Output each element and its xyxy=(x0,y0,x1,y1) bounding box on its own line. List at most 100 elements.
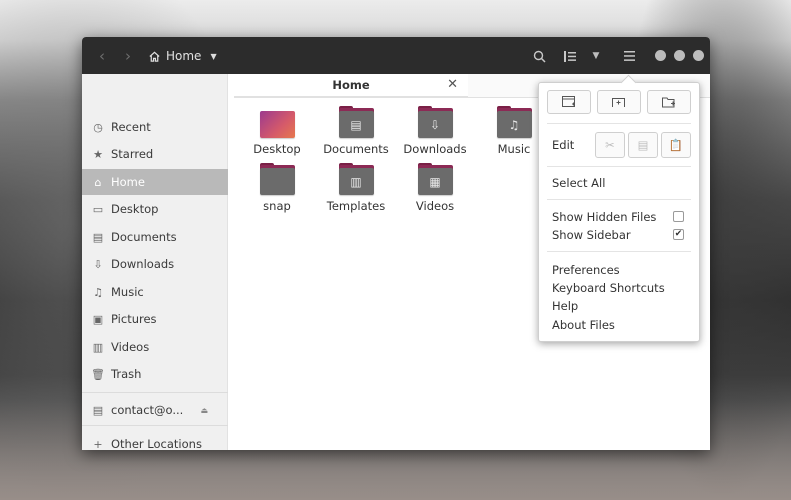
sidebar-item-starred[interactable]: ★ Starred xyxy=(82,141,228,167)
paste-button[interactable]: 📋 xyxy=(661,132,691,158)
menu-show-hidden-files[interactable]: Show Hidden Files xyxy=(552,210,656,224)
edit-label: Edit xyxy=(552,138,575,152)
sidebar-item-trash[interactable]: 🗑 Trash xyxy=(82,361,228,387)
main-menu-popover: Edit ✂ ▤ 📋 Select All Show Hidden Files … xyxy=(538,82,700,342)
file-name: Videos xyxy=(415,199,455,213)
menu-show-sidebar[interactable]: Show Sidebar xyxy=(552,228,631,242)
header-bar: ‹ › Home ▼ ▼ xyxy=(82,37,710,74)
file-item-snap[interactable]: snap xyxy=(238,163,316,213)
minimize-button[interactable] xyxy=(655,50,666,61)
sidebar-item-label: Pictures xyxy=(111,312,157,326)
file-name: Music xyxy=(497,142,531,156)
sidebar-item-desktop[interactable]: ▭ Desktop xyxy=(82,196,228,222)
home-icon: ⌂ xyxy=(94,175,102,189)
back-button[interactable]: ‹ xyxy=(92,45,112,67)
menu-divider xyxy=(547,199,691,200)
sidebar-item-videos[interactable]: ▥ Videos xyxy=(82,334,228,360)
new-folder-icon xyxy=(662,97,675,108)
menu-select-all[interactable]: Select All xyxy=(552,176,605,190)
sidebar-item-mount[interactable]: ▤ contact@o... ⏏ xyxy=(82,397,228,423)
sidebar-item-home[interactable]: ⌂ Home xyxy=(82,169,228,195)
document-icon: ▤ xyxy=(92,230,104,244)
scissors-icon: ✂ xyxy=(605,138,615,152)
path-label: Home xyxy=(166,49,202,63)
sidebar-item-label: Desktop xyxy=(111,202,159,216)
show-hidden-files-checkbox[interactable] xyxy=(673,211,684,222)
sidebar-item-label: Videos xyxy=(111,340,150,354)
sidebar-divider xyxy=(82,425,228,426)
tab-home[interactable]: Home ✕ xyxy=(234,74,468,98)
main-menu-button[interactable] xyxy=(618,45,640,67)
close-icon[interactable]: ✕ xyxy=(447,77,458,92)
sidebar-item-label: Other Locations xyxy=(111,437,202,451)
star-icon: ★ xyxy=(93,147,103,161)
sidebar-item-documents[interactable]: ▤ Documents xyxy=(82,224,228,250)
list-view-icon xyxy=(564,50,576,62)
show-sidebar-checkbox[interactable]: ✔ xyxy=(673,229,684,240)
sidebar-item-recent[interactable]: ◷ Recent xyxy=(82,114,228,140)
checkmark-icon: ✔ xyxy=(674,229,683,239)
search-button[interactable] xyxy=(528,45,550,67)
new-tab-icon xyxy=(612,98,625,107)
menu-keyboard-shortcuts[interactable]: Keyboard Shortcuts xyxy=(552,281,665,295)
path-bar-home[interactable]: Home ▼ xyxy=(148,45,218,67)
file-item-videos[interactable]: ▦ Videos xyxy=(396,163,474,213)
sidebar-item-pictures[interactable]: ▣ Pictures xyxy=(82,306,228,332)
file-name: Documents xyxy=(323,142,389,156)
sidebar-item-label: contact@o... xyxy=(111,403,184,417)
new-folder-button[interactable] xyxy=(647,90,691,114)
sidebar-divider xyxy=(82,392,228,393)
maximize-button[interactable] xyxy=(674,50,685,61)
sidebar-item-label: Downloads xyxy=(111,257,175,271)
search-icon xyxy=(533,50,546,63)
sidebar-item-label: Recent xyxy=(111,120,151,134)
sidebar-item-other-locations[interactable]: + Other Locations xyxy=(82,431,228,457)
plus-icon: + xyxy=(93,437,103,451)
file-item-documents[interactable]: ▤ Documents xyxy=(317,106,395,156)
sidebar-item-music[interactable]: ♫ Music xyxy=(82,279,228,305)
trash-icon: 🗑 xyxy=(91,367,105,381)
file-name: Downloads xyxy=(403,142,467,156)
drive-icon: ▤ xyxy=(92,403,104,417)
clock-icon: ◷ xyxy=(93,120,103,134)
folder-icon xyxy=(259,163,295,195)
menu-divider xyxy=(547,166,691,167)
video-icon: ▥ xyxy=(92,340,104,354)
close-window-button[interactable] xyxy=(693,50,704,61)
file-name: snap xyxy=(263,199,291,213)
sidebar-item-label: Home xyxy=(111,175,145,189)
home-icon xyxy=(149,51,160,62)
copy-button[interactable]: ▤ xyxy=(628,132,658,158)
menu-preferences[interactable]: Preferences xyxy=(552,263,620,277)
file-item-desktop[interactable]: Desktop xyxy=(238,106,316,156)
paste-icon: 📋 xyxy=(668,138,684,152)
picture-icon: ▣ xyxy=(92,312,104,326)
list-view-button[interactable] xyxy=(559,45,581,67)
menu-help[interactable]: Help xyxy=(552,299,578,313)
cut-button[interactable]: ✂ xyxy=(595,132,625,158)
download-icon: ⇩ xyxy=(93,257,103,271)
chevron-down-icon: ▼ xyxy=(592,51,600,61)
forward-button[interactable]: › xyxy=(118,45,138,67)
new-window-icon xyxy=(562,96,575,107)
hamburger-icon xyxy=(623,51,635,61)
file-name: Templates xyxy=(326,199,386,213)
menu-about[interactable]: About Files xyxy=(552,318,615,332)
tab-title: Home xyxy=(332,78,370,92)
file-item-downloads[interactable]: ⇩ Downloads xyxy=(396,106,474,156)
new-tab-button[interactable] xyxy=(597,90,641,114)
music-icon: ♫ xyxy=(93,285,103,299)
documents-folder-icon: ▤ xyxy=(338,106,374,138)
file-item-templates[interactable]: ▥ Templates xyxy=(317,163,395,213)
sidebar-item-downloads[interactable]: ⇩ Downloads xyxy=(82,251,228,277)
sidebar: ◷ Recent ★ Starred ⌂ Home ▭ Desktop ▤ Documen… xyxy=(82,74,228,451)
music-folder-icon: ♫ xyxy=(496,106,532,138)
downloads-folder-icon: ⇩ xyxy=(417,106,453,138)
menu-divider xyxy=(547,251,691,252)
eject-icon[interactable]: ⏏ xyxy=(200,406,208,415)
copy-icon: ▤ xyxy=(637,138,649,152)
sidebar-item-label: Trash xyxy=(111,367,142,381)
new-window-button[interactable] xyxy=(547,90,591,114)
view-options-button[interactable]: ▼ xyxy=(587,45,605,67)
templates-folder-icon: ▥ xyxy=(338,163,374,195)
